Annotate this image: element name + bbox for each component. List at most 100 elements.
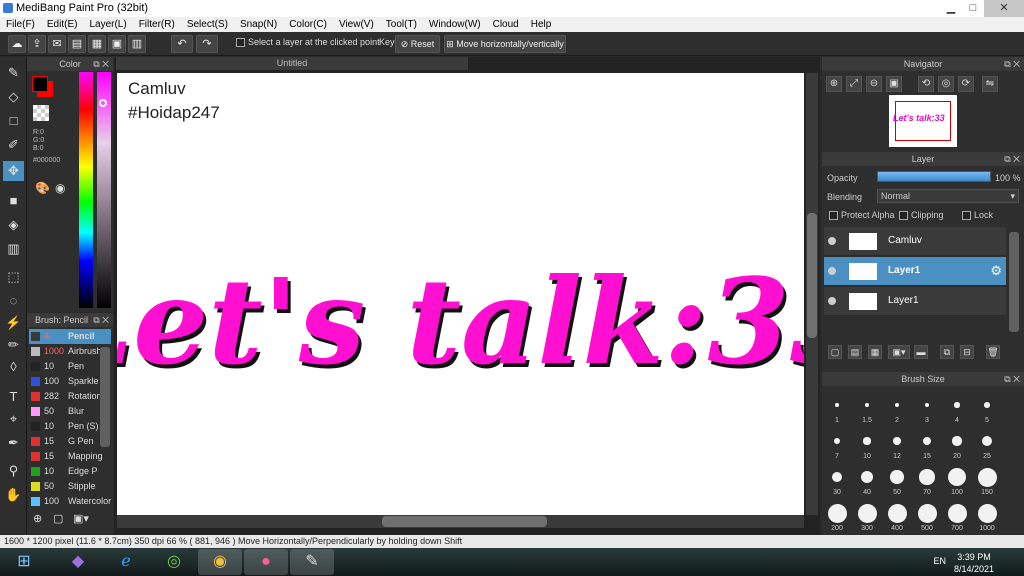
menu-color[interactable]: Color(C)	[283, 19, 333, 30]
brush-size-dot[interactable]	[860, 470, 874, 484]
brush-size-dot[interactable]	[947, 503, 967, 523]
new-halftone-layer-icon[interactable]: ▤	[848, 345, 862, 359]
select-pen-icon[interactable]: ✐	[3, 135, 24, 155]
panel-menu-icon[interactable]: ⧉ ✕	[93, 57, 109, 71]
menu-cloud[interactable]: Cloud	[487, 19, 525, 30]
menu-file[interactable]: File(F)	[0, 19, 41, 30]
color-history-icon[interactable]: ◉	[55, 181, 65, 195]
rotate-left-icon[interactable]: ⟲	[918, 76, 934, 92]
new-8bit-layer-icon[interactable]: ▦	[868, 345, 882, 359]
text-tool-icon[interactable]: T	[3, 387, 24, 407]
brush-size-dot[interactable]	[977, 503, 997, 523]
share-icon[interactable]: ⇪	[28, 35, 46, 53]
lasso-tool-icon[interactable]: ◌	[3, 291, 24, 311]
layer-list-scrollbar[interactable]	[1009, 232, 1019, 332]
menu-help[interactable]: Help	[525, 19, 558, 30]
lock-checkbox[interactable]: Lock	[962, 210, 993, 221]
brush-size-dot[interactable]	[984, 402, 990, 408]
brush-size-dot[interactable]	[835, 403, 839, 407]
layer-row[interactable]: Layer1 ⚙	[824, 257, 1006, 286]
brush-item[interactable]: 10 Pen	[29, 359, 111, 374]
brush-size-dot[interactable]	[894, 402, 900, 408]
internet-explorer-icon[interactable]: ℯ	[104, 549, 148, 575]
grid-icon[interactable]: ▣	[108, 35, 126, 53]
color-gradient-bar[interactable]	[79, 72, 93, 308]
palette-icon[interactable]: 🎨	[35, 181, 50, 195]
brush-size-dot[interactable]	[893, 437, 901, 445]
visibility-icon[interactable]	[828, 267, 836, 275]
brush-size-dot[interactable]	[833, 437, 841, 445]
primary-color-swatch[interactable]	[32, 76, 48, 92]
paint-icon[interactable]: ✎	[290, 549, 334, 575]
hue-slider[interactable]	[97, 72, 111, 308]
blending-select[interactable]: Normal ▾	[877, 189, 1019, 203]
minimize-button[interactable]: ▁	[940, 0, 962, 17]
brush-list-scrollbar[interactable]	[100, 347, 110, 447]
fill-rect-tool-icon[interactable]: ■	[3, 191, 24, 211]
rectangle-tool-icon[interactable]: □	[3, 111, 24, 131]
select-eraser-icon[interactable]: ◊	[3, 357, 24, 377]
bucket-tool-icon[interactable]: ◈	[3, 215, 24, 235]
cloud-icon[interactable]: ☁	[8, 35, 26, 53]
brush-size-dot[interactable]	[863, 437, 871, 445]
delete-layer-icon[interactable]: 🗑	[986, 345, 1000, 359]
brush-item[interactable]: 282 Rotation	[29, 389, 111, 404]
clipping-checkbox[interactable]: Clipping	[899, 210, 944, 221]
add-brush-icon[interactable]: ⊕	[33, 512, 42, 525]
chat-icon[interactable]: ✉	[48, 35, 66, 53]
app-icon[interactable]: ◎	[152, 549, 196, 575]
menu-snap[interactable]: Snap(N)	[234, 19, 283, 30]
visibility-icon[interactable]	[828, 237, 836, 245]
brush-size-dot[interactable]	[922, 436, 932, 446]
panel-menu-icon[interactable]: ⧉ ✕	[1004, 372, 1020, 386]
brush-size-dot[interactable]	[917, 503, 937, 523]
panel-menu-icon[interactable]: ⧉ ✕	[93, 313, 109, 327]
dropper-tool-icon[interactable]: ⚲	[3, 461, 24, 481]
medibang-icon[interactable]: ●	[244, 549, 288, 575]
layer-row[interactable]: Layer1	[824, 287, 1006, 316]
brush-item[interactable]: 15 Mapping	[29, 449, 111, 464]
marquee-tool-icon[interactable]: ⬚	[3, 267, 24, 287]
panel-menu-icon[interactable]: ⧉ ✕	[1004, 152, 1020, 166]
language-indicator[interactable]: EN	[933, 556, 946, 566]
merge-layer-icon[interactable]: ⊟	[960, 345, 974, 359]
menu-window[interactable]: Window(W)	[423, 19, 487, 30]
brush-size-dot[interactable]	[887, 503, 907, 523]
menu-view[interactable]: View(V)	[333, 19, 380, 30]
brush-item[interactable]: 10 Edge P	[29, 464, 111, 479]
flip-icon[interactable]: ⇋	[982, 76, 998, 92]
redo-icon[interactable]: ↷	[196, 35, 218, 53]
panel-menu-icon[interactable]: ⧉ ✕	[1004, 57, 1020, 71]
horizontal-scrollbar[interactable]	[117, 515, 804, 528]
brush-size-dot[interactable]	[977, 467, 997, 487]
chrome-icon[interactable]: ◉	[198, 549, 242, 575]
zoom-out-icon[interactable]: ⊖	[866, 76, 882, 92]
rotate-reset-icon[interactable]: ◎	[938, 76, 954, 92]
magic-wand-icon[interactable]: ⚡	[3, 313, 24, 333]
menu-layer[interactable]: Layer(L)	[83, 19, 132, 30]
maximize-button[interactable]: □	[962, 0, 984, 17]
visual-studio-icon[interactable]: ◆	[56, 549, 100, 575]
eraser-tool-icon[interactable]: ◇	[3, 87, 24, 107]
brush-size-dot[interactable]	[924, 402, 930, 408]
brush-item[interactable]: 50 Stipple	[29, 479, 111, 494]
eyedropper-tool-icon[interactable]: ✒	[3, 433, 24, 453]
actual-size-icon[interactable]: ▣	[886, 76, 902, 92]
gear-icon[interactable]: ⚙	[990, 263, 1002, 279]
document-tab[interactable]: Untitled	[116, 57, 468, 70]
reset-button[interactable]: ⊘ Reset	[395, 35, 440, 53]
brush-size-dot[interactable]	[865, 403, 869, 407]
clock[interactable]: 3:39 PM 8/14/2021	[954, 551, 994, 575]
brush-size-dot[interactable]	[890, 470, 904, 484]
brush-size-dot[interactable]	[919, 469, 935, 485]
operation-tool-icon[interactable]: ⌖	[3, 409, 24, 429]
brush-size-dot[interactable]	[831, 471, 843, 483]
layer-row[interactable]: Camluv	[824, 227, 1006, 256]
horizontal-scroll-thumb[interactable]	[382, 516, 547, 527]
select-layer-checkbox[interactable]: Select a layer at the clicked point	[236, 37, 380, 48]
menu-filter[interactable]: Filter(R)	[133, 19, 181, 30]
new-layer-icon[interactable]: ▢	[828, 345, 842, 359]
zoom-in-icon[interactable]: ⊕	[826, 76, 842, 92]
brush-item[interactable]: 15 G Pen	[29, 434, 111, 449]
hand-tool-icon[interactable]: ✋	[3, 485, 24, 505]
